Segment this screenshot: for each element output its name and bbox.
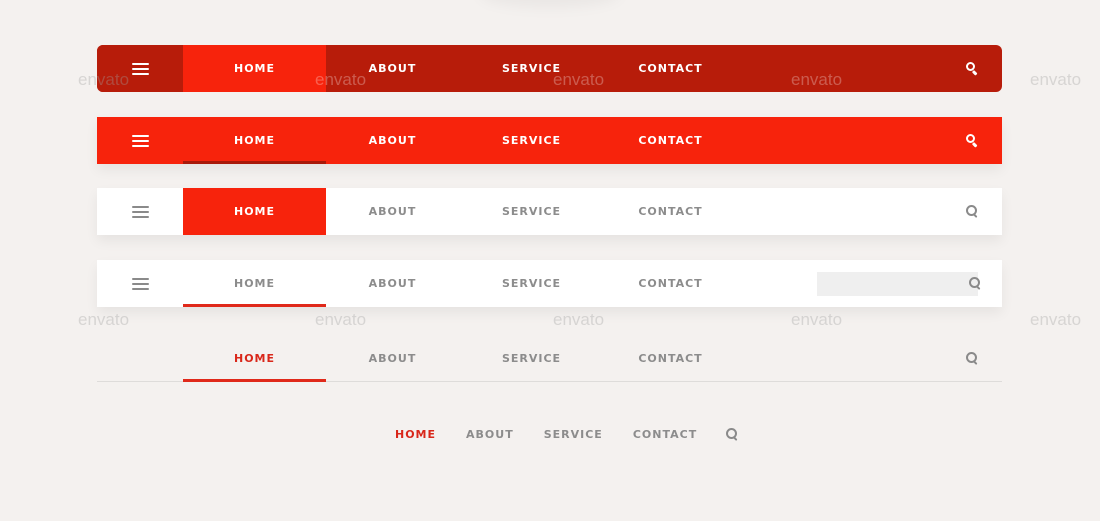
search-button[interactable] — [942, 335, 1002, 381]
hamburger-menu-icon — [131, 205, 149, 218]
nav-about[interactable]: ABOUT — [326, 45, 459, 92]
nav-about[interactable]: ABOUT — [326, 188, 459, 235]
hamburger-menu-icon — [131, 62, 149, 75]
menu-button[interactable] — [97, 45, 183, 92]
nav-contact[interactable]: CONTACT — [604, 117, 737, 164]
nav-service[interactable]: SERVICE — [459, 260, 604, 307]
search-field[interactable] — [817, 270, 981, 297]
nav-about[interactable]: ABOUT — [326, 260, 459, 307]
nav-service[interactable]: SERVICE — [459, 335, 604, 381]
navbar-minimal: HOME ABOUT SERVICE CONTACT — [390, 422, 739, 446]
nav-links: HOME ABOUT SERVICE CONTACT — [183, 335, 737, 382]
watermark: envato — [78, 310, 130, 329]
navbar-white-search: HOME ABOUT SERVICE CONTACT — [97, 260, 1002, 307]
nav-about[interactable]: ABOUT — [451, 422, 529, 446]
search-button[interactable] — [942, 188, 1002, 235]
search-icon — [965, 351, 979, 365]
menu-button[interactable] — [97, 188, 183, 235]
menu-button[interactable] — [97, 260, 183, 307]
nav-contact[interactable]: CONTACT — [604, 45, 737, 92]
nav-home[interactable]: HOME — [183, 45, 326, 92]
watermark: envato — [315, 310, 367, 329]
nav-home[interactable]: HOME — [183, 260, 326, 307]
search-input[interactable] — [817, 270, 969, 297]
nav-contact[interactable]: CONTACT — [604, 188, 737, 235]
watermark: envato — [553, 310, 605, 329]
nav-home[interactable]: HOME — [183, 117, 326, 164]
nav-links: HOME ABOUT SERVICE CONTACT — [183, 45, 737, 92]
navbar-white-block: HOME ABOUT SERVICE CONTACT — [97, 188, 1002, 235]
nav-service[interactable]: SERVICE — [459, 45, 604, 92]
nav-home[interactable]: HOME — [183, 335, 326, 382]
hamburger-menu-icon — [131, 277, 149, 290]
nav-about[interactable]: ABOUT — [326, 335, 459, 381]
search-button[interactable] — [942, 45, 1002, 92]
search-button[interactable] — [942, 117, 1002, 164]
search-icon[interactable] — [969, 277, 981, 290]
nav-links: HOME ABOUT SERVICE CONTACT — [183, 188, 737, 235]
nav-service[interactable]: SERVICE — [529, 422, 618, 446]
watermark: envato — [791, 310, 843, 329]
nav-service[interactable]: SERVICE — [459, 117, 604, 164]
search-button[interactable] — [712, 422, 739, 446]
nav-contact[interactable]: CONTACT — [604, 260, 737, 307]
nav-about[interactable]: ABOUT — [326, 117, 459, 164]
watermark: envato — [1030, 70, 1082, 89]
navbar-bright-red: HOME ABOUT SERVICE CONTACT — [97, 117, 1002, 164]
menu-button[interactable] — [97, 117, 183, 164]
nav-service[interactable]: SERVICE — [459, 188, 604, 235]
nav-links: HOME ABOUT SERVICE CONTACT — [183, 117, 737, 164]
nav-home[interactable]: HOME — [183, 188, 326, 235]
nav-home[interactable]: HOME — [390, 422, 451, 446]
watermark: envato — [1030, 310, 1082, 329]
search-icon — [965, 134, 979, 148]
top-shadow — [480, 0, 620, 8]
nav-contact[interactable]: CONTACT — [604, 335, 737, 381]
search-icon — [965, 62, 979, 76]
hamburger-menu-icon — [131, 134, 149, 147]
navbar-dark-red: HOME ABOUT SERVICE CONTACT — [97, 45, 1002, 92]
search-icon — [726, 427, 739, 441]
search-icon — [965, 205, 979, 218]
navbar-transparent-underline: HOME ABOUT SERVICE CONTACT — [97, 335, 1002, 382]
nav-contact[interactable]: CONTACT — [618, 422, 712, 446]
nav-links: HOME ABOUT SERVICE CONTACT — [183, 260, 737, 307]
